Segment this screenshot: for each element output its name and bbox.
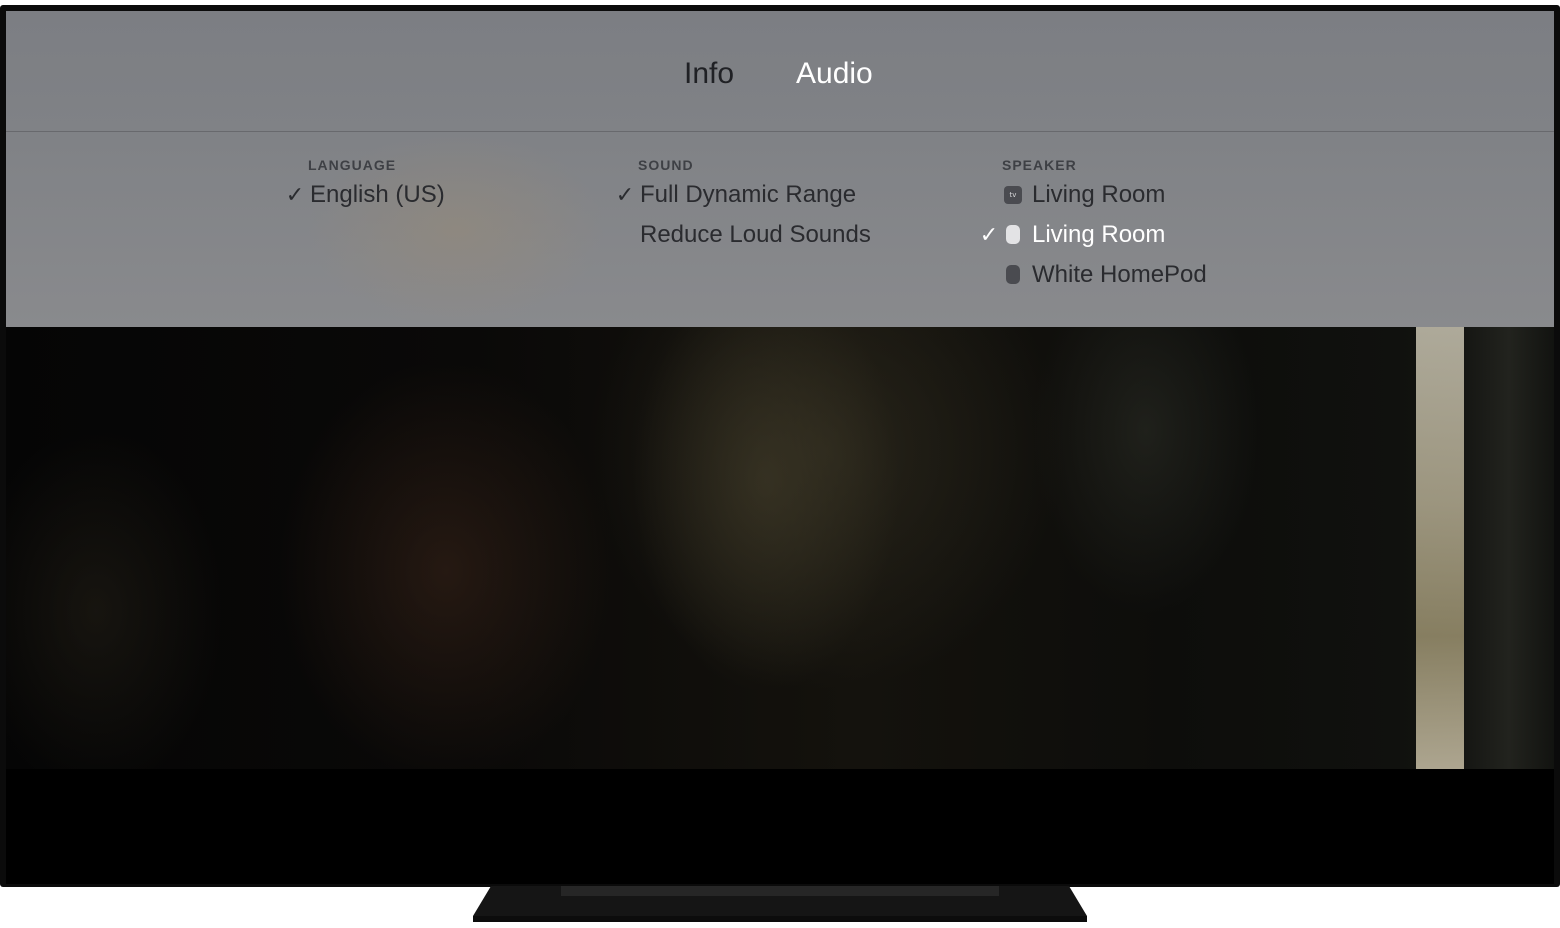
tab-info[interactable]: Info [684,55,734,93]
speaker-header: SPEAKER [1002,157,1077,173]
sound-option-full-dynamic-range[interactable]: ✓ Full Dynamic Range [612,177,902,213]
speaker-option-label: Living Room [1032,181,1166,208]
speaker-option-white-homepod[interactable]: White HomePod [976,257,1236,293]
speaker-option-living-room-apple-tv[interactable]: tv Living Room [976,177,1236,213]
tv-frame: Info Audio LANGUAGE ✓ English (US) SOUND… [0,5,1560,887]
tv-screen: Info Audio LANGUAGE ✓ English (US) SOUND… [6,11,1554,884]
checkmark-icon: ✓ [615,182,635,207]
speaker-option-label: Living Room [1032,221,1166,248]
audio-settings-panel: Info Audio LANGUAGE ✓ English (US) SOUND… [6,11,1554,327]
checkmark-icon: ✓ [285,182,305,207]
tab-bar: Info Audio [6,11,1554,132]
letterbox-bar [6,769,1554,884]
homepod-icon [1006,265,1020,284]
speaker-option-label: White HomePod [1032,261,1207,288]
language-option-english-us[interactable]: ✓ English (US) [282,177,482,213]
apple-tv-icon: tv [1004,186,1022,204]
tv-stand-base [473,886,1087,922]
video-doorway-light [1416,327,1464,769]
sound-option-reduce-loud-sounds[interactable]: Reduce Loud Sounds [612,217,902,253]
sound-option-label: Full Dynamic Range [640,181,857,208]
speaker-option-living-room-homepod[interactable]: ✓ Living Room [976,217,1236,253]
sound-header: SOUND [638,157,694,173]
sound-option-label: Reduce Loud Sounds [640,221,871,248]
tab-audio[interactable]: Audio [796,55,873,93]
homepod-icon [1006,225,1020,244]
language-option-label: English (US) [310,181,445,208]
language-header: LANGUAGE [308,157,397,173]
checkmark-icon: ✓ [979,222,999,247]
video-door-frame [1464,327,1554,769]
